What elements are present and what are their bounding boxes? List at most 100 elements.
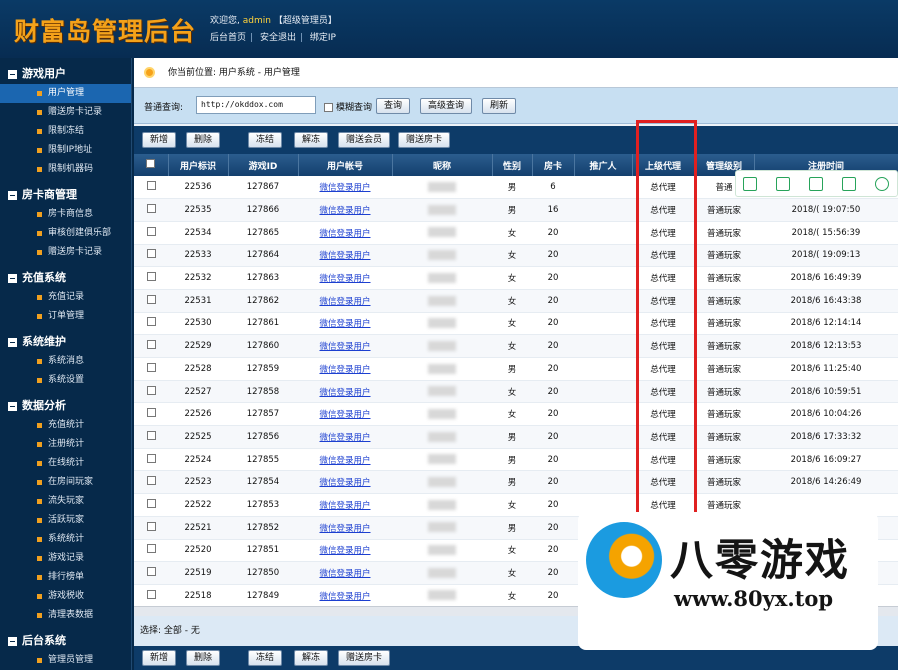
row-select-cell[interactable] [134,470,168,495]
sidebar-item[interactable]: 清理表数据 [0,606,131,625]
sidebar-group-title[interactable]: 游戏用户 [0,64,131,84]
save-icon[interactable] [809,177,823,191]
freeze-button[interactable]: 冻结 [248,132,283,148]
row-select-cell[interactable] [134,176,168,200]
sidebar-item[interactable]: 在房间玩家 [0,473,131,492]
freeze-button-bottom[interactable]: 冻结 [248,650,283,666]
sidebar-group-title[interactable]: 系统维护 [0,332,131,352]
sidebar-item[interactable]: 注册统计 [0,435,131,454]
sidebar-item[interactable]: 充值记录 [0,288,131,307]
sidebar-item[interactable]: 系统设置 [0,371,131,390]
sidebar-item[interactable]: 游戏记录 [0,549,131,568]
link-home[interactable]: 后台首页 [210,33,246,43]
link-bind-ip[interactable]: 绑定IP [310,33,336,43]
row-checkbox[interactable] [146,498,156,508]
table-row[interactable]: 22526 127857 微信登录用户女 20 总代理 普通玩家 2018/6 10:04:… [134,402,898,427]
row-checkbox[interactable] [146,181,156,191]
sidebar-item[interactable]: 限制机器码 [0,160,131,179]
sidebar-item[interactable]: 赠送房卡记录 [0,103,131,122]
account-link[interactable]: 微信登录用户 [319,319,370,329]
row-checkbox[interactable] [146,317,156,327]
table-row[interactable]: 22535 127866 微信登录用户男 16 总代理 普通玩家 2018/( 19:07:… [134,198,898,222]
query-button[interactable]: 查询 [376,98,411,114]
refresh-button[interactable]: 刷新 [482,98,517,114]
table-row[interactable]: 22525 127856 微信登录用户男 20 总代理 普通玩家 2018/6 17:33:… [134,425,898,449]
row-select-cell[interactable] [134,357,168,381]
account-link[interactable]: 微信登录用户 [319,297,370,307]
row-checkbox[interactable] [146,408,156,418]
account-link[interactable]: 微信登录用户 [319,478,370,488]
add-button[interactable]: 新增 [142,132,177,148]
row-select-cell[interactable] [134,380,168,404]
fuzzy-checkbox[interactable] [324,103,333,112]
row-select-cell[interactable] [134,402,168,427]
row-checkbox[interactable] [146,453,156,463]
fuzzy-query-option[interactable]: 模糊查询 [324,100,372,113]
table-row[interactable]: 22523 127854 微信登录用户男 20 总代理 普通玩家 2018/6 14:26:… [134,470,898,495]
table-row[interactable]: 22534 127865 微信登录用户女 20 总代理 普通玩家 2018/( 15:56:… [134,221,898,245]
unfreeze-button[interactable]: 解冻 [294,132,329,148]
row-select-cell[interactable] [134,425,168,449]
row-checkbox[interactable] [146,272,156,282]
sidebar-item[interactable]: 订单管理 [0,307,131,326]
sidebar-item[interactable]: 管理员管理 [0,651,131,670]
row-checkbox[interactable] [146,249,156,259]
delete-button-bottom[interactable]: 删除 [186,650,221,666]
account-link[interactable]: 微信登录用户 [319,524,370,534]
sidebar-item[interactable]: 充值统计 [0,416,131,435]
account-link[interactable]: 微信登录用户 [319,274,370,284]
sidebar-group-title[interactable]: 数据分析 [0,396,131,416]
row-checkbox[interactable] [146,226,156,236]
row-select-cell[interactable] [134,539,168,563]
sidebar-item[interactable]: 赠送房卡记录 [0,243,131,262]
row-select-cell[interactable] [134,493,168,517]
sidebar-item[interactable]: 系统消息 [0,352,131,371]
row-checkbox[interactable] [146,385,156,395]
account-link[interactable]: 微信登录用户 [319,456,370,466]
row-select-cell[interactable] [134,289,168,313]
row-select-cell[interactable] [134,198,168,222]
account-link[interactable]: 微信登录用户 [319,501,370,511]
account-link[interactable]: 微信登录用户 [319,569,370,579]
row-checkbox[interactable] [146,204,156,214]
sidebar-item[interactable]: 房卡商信息 [0,205,131,224]
row-checkbox[interactable] [146,567,156,577]
account-link[interactable]: 微信登录用户 [319,388,370,398]
sidebar-item[interactable]: 审核创建俱乐部 [0,224,131,243]
table-row[interactable]: 22524 127855 微信登录用户男 20 总代理 普通玩家 2018/6 16:09:… [134,448,898,472]
gift-member-button[interactable]: 赠送会员 [338,132,391,148]
add-button-bottom[interactable]: 新增 [142,650,177,666]
delete-button[interactable]: 删除 [186,132,221,148]
select-all-header[interactable] [134,154,169,176]
account-link[interactable]: 微信登录用户 [319,546,370,556]
row-checkbox[interactable] [146,362,156,372]
advanced-query-button[interactable]: 高级查询 [420,98,473,114]
row-select-cell[interactable] [134,266,168,290]
settings-icon[interactable] [875,177,889,191]
account-link[interactable]: 微信登录用户 [319,229,370,239]
row-checkbox[interactable] [146,589,156,599]
account-link[interactable]: 微信登录用户 [319,365,370,375]
link-logout[interactable]: 安全退出 [260,33,296,43]
table-row[interactable]: 22530 127861 微信登录用户女 20 总代理 普通玩家 2018/6 12:14:… [134,312,898,336]
account-link[interactable]: 微信登录用户 [319,410,370,420]
row-checkbox[interactable] [146,430,156,440]
reader-icon[interactable] [743,177,757,191]
row-checkbox[interactable] [146,294,156,304]
row-select-cell[interactable] [134,221,168,245]
sidebar-item[interactable]: 游戏税收 [0,587,131,606]
unfreeze-button-bottom[interactable]: 解冻 [294,650,329,666]
row-checkbox[interactable] [146,544,156,554]
sidebar-group-title[interactable]: 充值系统 [0,268,131,288]
row-select-cell[interactable] [134,561,168,585]
row-checkbox[interactable] [146,476,156,486]
row-select-cell[interactable] [134,312,168,336]
row-select-cell[interactable] [134,448,168,472]
account-link[interactable]: 微信登录用户 [319,342,370,352]
table-row[interactable]: 22531 127862 微信登录用户女 20 总代理 普通玩家 2018/6 16:43:… [134,289,898,313]
row-select-cell[interactable] [134,244,168,268]
table-row[interactable]: 22527 127858 微信登录用户女 20 总代理 普通玩家 2018/6 10:59:… [134,380,898,404]
row-select-cell[interactable] [134,584,168,606]
sidebar-group-title[interactable]: 房卡商管理 [0,185,131,205]
select-all-checkbox[interactable] [146,159,156,168]
